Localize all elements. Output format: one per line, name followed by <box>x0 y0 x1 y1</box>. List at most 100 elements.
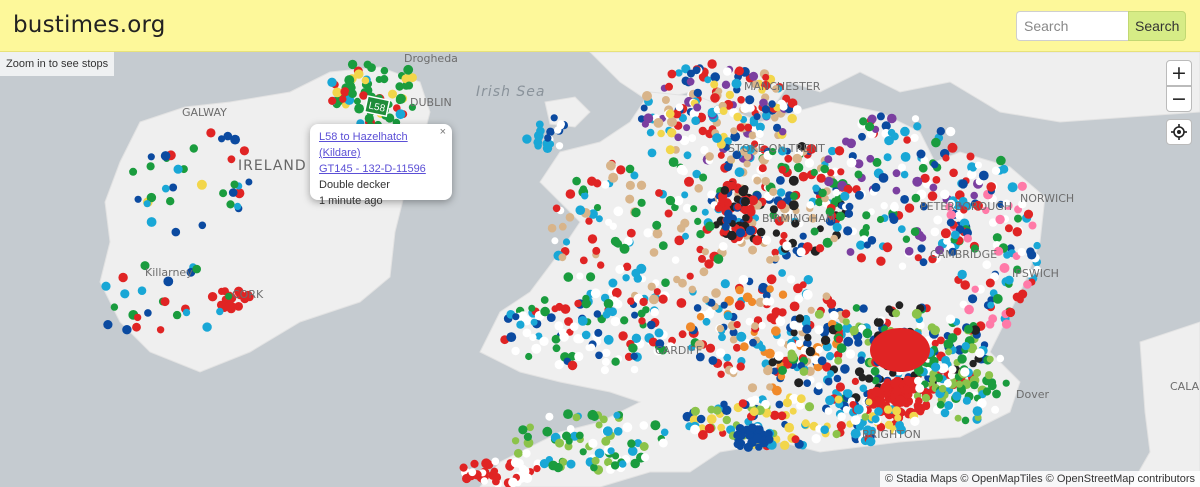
bus-marker[interactable] <box>784 154 793 163</box>
bus-marker[interactable] <box>705 343 716 353</box>
bus-marker[interactable] <box>574 351 584 362</box>
bus-marker[interactable] <box>888 212 896 220</box>
bus-marker[interactable] <box>799 367 809 376</box>
bus-marker[interactable] <box>975 348 985 358</box>
bus-marker[interactable] <box>862 328 873 339</box>
locate-button[interactable] <box>1166 119 1192 145</box>
bus-marker[interactable] <box>698 254 706 263</box>
bus-marker[interactable] <box>941 355 950 365</box>
bus-marker[interactable] <box>986 355 994 363</box>
bus-marker[interactable] <box>834 395 843 404</box>
bus-marker[interactable] <box>961 342 970 351</box>
bus-marker[interactable] <box>746 204 755 213</box>
bus-marker[interactable] <box>678 330 687 339</box>
bus-marker[interactable] <box>603 334 614 345</box>
bus-marker[interactable] <box>574 299 582 308</box>
bus-marker[interactable] <box>737 96 745 104</box>
bus-marker[interactable] <box>866 154 875 163</box>
bus-marker[interactable] <box>627 297 635 305</box>
bus-marker[interactable] <box>608 172 619 183</box>
bus-marker[interactable] <box>999 164 1009 174</box>
bus-marker[interactable] <box>405 81 414 90</box>
bus-marker[interactable] <box>1004 224 1013 233</box>
bus-marker[interactable] <box>992 294 1003 304</box>
bus-marker[interactable] <box>971 285 979 293</box>
bus-marker[interactable] <box>576 272 584 280</box>
bus-marker[interactable] <box>940 228 951 239</box>
bus-marker[interactable] <box>992 389 1001 399</box>
bus-marker[interactable] <box>558 253 567 262</box>
bus-marker[interactable] <box>718 196 726 204</box>
bus-marker[interactable] <box>639 442 649 451</box>
bus-marker[interactable] <box>890 132 899 141</box>
bus-marker[interactable] <box>775 316 786 327</box>
bus-marker[interactable] <box>718 242 728 251</box>
bus-marker[interactable] <box>577 316 588 326</box>
bus-marker[interactable] <box>871 415 880 424</box>
bus-marker[interactable] <box>481 458 492 469</box>
bus-marker[interactable] <box>840 191 850 201</box>
bus-marker[interactable] <box>801 419 810 428</box>
bus-marker[interactable] <box>132 322 141 332</box>
bus-marker[interactable] <box>380 75 389 84</box>
bus-marker[interactable] <box>786 275 796 284</box>
bus-marker[interactable] <box>871 182 881 192</box>
bus-marker[interactable] <box>563 272 574 282</box>
bus-marker[interactable] <box>245 178 253 186</box>
bus-marker[interactable] <box>814 325 824 335</box>
bus-marker[interactable] <box>688 134 697 143</box>
bus-marker[interactable] <box>559 332 569 342</box>
bus-marker[interactable] <box>641 120 650 128</box>
bus-marker[interactable] <box>511 346 520 356</box>
bus-marker[interactable] <box>615 264 625 274</box>
bus-marker[interactable] <box>616 165 626 175</box>
bus-marker[interactable] <box>962 396 972 405</box>
bus-marker[interactable] <box>748 131 757 140</box>
bus-marker[interactable] <box>575 431 584 440</box>
bus-marker[interactable] <box>768 100 776 108</box>
bus-marker[interactable] <box>720 400 728 408</box>
bus-marker[interactable] <box>630 365 639 374</box>
bus-marker[interactable] <box>727 230 737 241</box>
bus-marker[interactable] <box>724 209 733 218</box>
bus-marker[interactable] <box>724 163 732 172</box>
bus-marker[interactable] <box>764 435 774 444</box>
bus-marker[interactable] <box>854 170 863 179</box>
bus-marker[interactable] <box>594 328 603 337</box>
bus-marker[interactable] <box>110 303 119 311</box>
bus-marker[interactable] <box>627 439 636 448</box>
bus-marker[interactable] <box>562 431 571 441</box>
bus-marker[interactable] <box>166 197 175 206</box>
bus-marker[interactable] <box>946 218 955 227</box>
bus-marker[interactable] <box>725 90 735 100</box>
bus-marker[interactable] <box>339 95 347 103</box>
bus-marker[interactable] <box>949 168 958 178</box>
bus-marker[interactable] <box>824 155 833 164</box>
bus-marker[interactable] <box>137 286 147 295</box>
bus-marker[interactable] <box>492 477 500 486</box>
bus-marker[interactable] <box>917 244 926 253</box>
bus-marker[interactable] <box>586 272 596 282</box>
bus-marker[interactable] <box>609 222 617 230</box>
bus-marker[interactable] <box>789 301 800 312</box>
bus-marker[interactable] <box>733 440 742 449</box>
bus-marker[interactable] <box>658 241 668 251</box>
bus-marker[interactable] <box>795 339 803 348</box>
bus-marker[interactable] <box>774 351 784 361</box>
bus-marker[interactable] <box>122 325 132 335</box>
bus-marker[interactable] <box>820 425 829 435</box>
bus-marker[interactable] <box>955 380 963 388</box>
bus-marker[interactable] <box>940 189 950 200</box>
bus-marker[interactable] <box>889 202 899 212</box>
bus-marker[interactable] <box>745 95 755 105</box>
bus-marker[interactable] <box>652 220 662 230</box>
bus-marker[interactable] <box>837 412 846 421</box>
bus-marker[interactable] <box>815 382 823 390</box>
bus-marker[interactable] <box>566 425 575 433</box>
bus-marker[interactable] <box>653 118 664 128</box>
bus-marker[interactable] <box>1027 250 1037 260</box>
bus-marker[interactable] <box>627 446 638 456</box>
bus-marker[interactable] <box>902 235 911 243</box>
bus-marker[interactable] <box>618 460 627 468</box>
bus-marker[interactable] <box>843 226 853 236</box>
